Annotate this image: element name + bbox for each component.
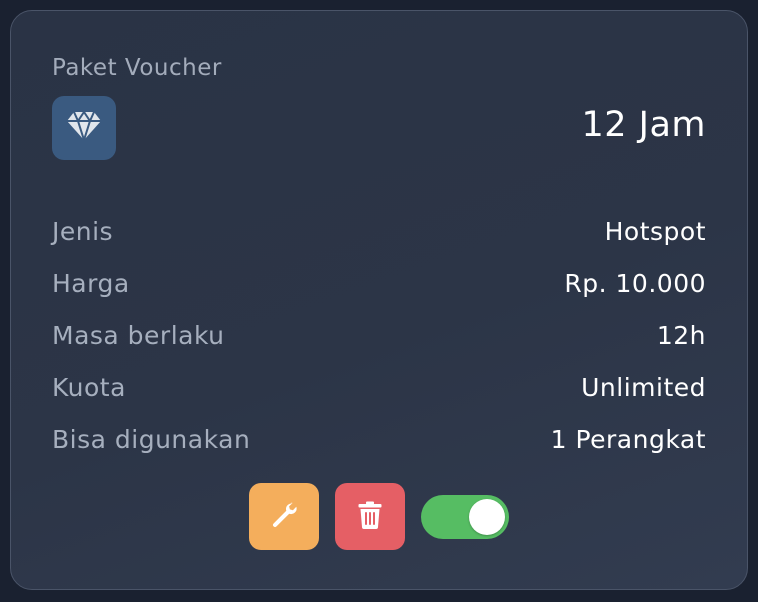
voucher-package-card: Paket Voucher 12 Jam Jenis Hotspot Harga… xyxy=(10,10,748,590)
detail-value: Unlimited xyxy=(581,372,706,402)
section-label: Paket Voucher xyxy=(52,55,222,81)
detail-row-masa-berlaku: Masa berlaku 12h xyxy=(52,309,706,361)
detail-row-bisa-digunakan: Bisa digunakan 1 Perangkat xyxy=(52,413,706,465)
detail-label: Harga xyxy=(52,268,130,298)
detail-label: Bisa digunakan xyxy=(52,424,251,454)
package-icon-box xyxy=(52,96,116,160)
detail-row-jenis: Jenis Hotspot xyxy=(52,205,706,257)
detail-label: Jenis xyxy=(52,216,114,246)
detail-row-harga: Harga Rp. 10.000 xyxy=(52,257,706,309)
detail-label: Masa berlaku xyxy=(52,320,225,350)
details-list: Jenis Hotspot Harga Rp. 10.000 Masa berl… xyxy=(52,205,706,465)
active-toggle[interactable] xyxy=(421,494,509,539)
edit-button[interactable] xyxy=(249,483,319,550)
package-title: 12 Jam xyxy=(581,105,706,145)
delete-button[interactable] xyxy=(335,483,405,550)
detail-value: Hotspot xyxy=(604,216,706,246)
detail-label: Kuota xyxy=(52,372,126,402)
detail-row-kuota: Kuota Unlimited xyxy=(52,361,706,413)
toggle-knob xyxy=(469,498,505,535)
detail-value: Rp. 10.000 xyxy=(564,268,706,298)
trash-icon xyxy=(358,501,382,533)
card-actions xyxy=(11,483,747,550)
wrench-icon xyxy=(271,502,297,532)
diamond-icon xyxy=(66,110,102,145)
detail-value: 1 Perangkat xyxy=(550,424,706,454)
detail-value: 12h xyxy=(656,320,706,350)
